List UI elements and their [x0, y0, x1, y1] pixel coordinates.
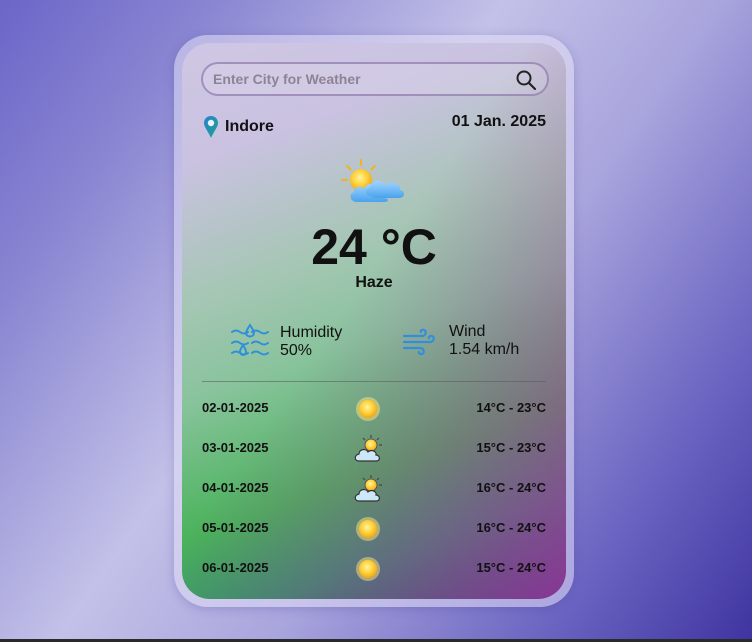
weather-condition: Haze — [355, 274, 393, 291]
forecast-row: 03-01-2025 15°C - 23°C — [202, 430, 546, 470]
wind-icon — [402, 328, 435, 356]
sun-behind-cloud-icon — [354, 475, 382, 502]
forecast-range: 15°C - 24°C — [476, 560, 546, 575]
weather-card: Indore 01 Jan. 2025 24 °C Haze — [182, 43, 566, 599]
forecast-row: 06-01-2025 15°C - 24°C — [202, 550, 546, 590]
forecast-range: 16°C - 24°C — [476, 520, 546, 535]
humidity-value: 50% — [280, 342, 313, 359]
sun-behind-cloud-icon — [354, 435, 382, 462]
forecast-date: 06-01-2025 — [202, 560, 269, 575]
humidity-text: Humidity 50% — [280, 324, 342, 360]
forecast-range: 14°C - 23°C — [476, 400, 546, 415]
forecast-date: 03-01-2025 — [202, 440, 269, 455]
current-temperature: 24 °C — [311, 219, 437, 275]
sun-icon — [356, 517, 380, 541]
location: Indore — [203, 115, 274, 139]
forecast-row: 04-01-2025 16°C - 24°C — [202, 470, 546, 510]
wind-text: Wind 1.54 km/h — [449, 323, 519, 359]
city-name: Indore — [225, 118, 274, 135]
wind-value: 1.54 km/h — [449, 341, 520, 358]
city-search-input[interactable] — [213, 64, 503, 94]
sun-icon — [356, 397, 380, 421]
forecast-date: 05-01-2025 — [202, 520, 269, 535]
forecast-list: 02-01-2025 14°C - 23°C 03-01-2025 15°C -… — [202, 390, 546, 590]
forecast-date: 04-01-2025 — [202, 480, 269, 495]
wind-label: Wind — [449, 323, 486, 340]
forecast-row: 05-01-2025 16°C - 24°C — [202, 510, 546, 550]
sun-behind-cloud-icon — [341, 159, 405, 202]
search-bar — [201, 62, 549, 96]
forecast-date: 02-01-2025 — [202, 400, 269, 415]
search-icon[interactable] — [515, 69, 537, 91]
forecast-range: 15°C - 23°C — [476, 440, 546, 455]
divider — [202, 381, 546, 382]
forecast-row: 02-01-2025 14°C - 23°C — [202, 390, 546, 430]
humidity-stat: Humidity 50% — [230, 323, 342, 361]
sun-icon — [356, 557, 380, 581]
current-date: 01 Jan. 2025 — [451, 113, 546, 130]
humidity-icon — [231, 323, 269, 357]
location-pin-icon — [204, 116, 218, 138]
wind-stat: Wind 1.54 km/h — [402, 323, 519, 359]
humidity-label: Humidity — [280, 324, 343, 341]
forecast-range: 16°C - 24°C — [476, 480, 546, 495]
